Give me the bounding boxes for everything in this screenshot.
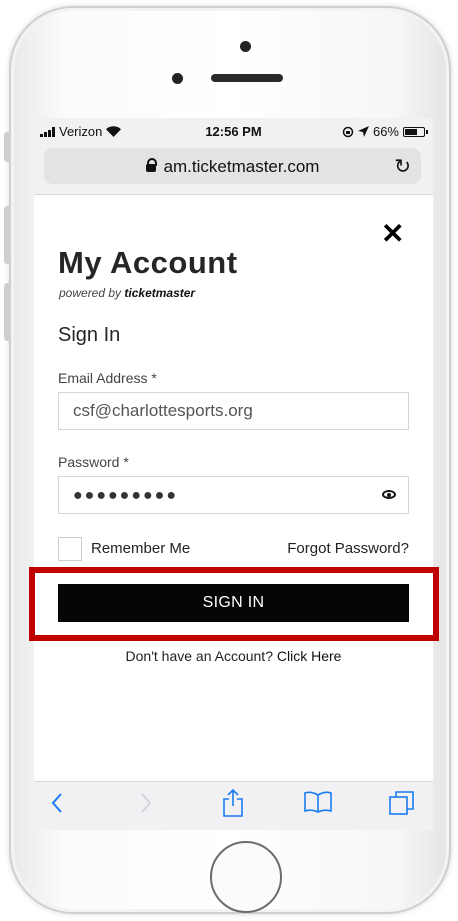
front-camera <box>240 41 251 52</box>
email-label: Email Address * <box>58 370 157 386</box>
remember-me-label[interactable]: Remember Me <box>91 540 190 557</box>
volume-up-button <box>4 206 11 264</box>
login-page: ✕ My Account powered by ticketmaster Sig… <box>34 195 433 781</box>
click-here-link[interactable]: Click Here <box>277 648 342 664</box>
forward-icon[interactable] <box>139 792 153 814</box>
battery-percent: 66% <box>372 124 399 139</box>
url-text: am.ticketmaster.com <box>163 157 320 176</box>
password-label: Password * <box>58 454 129 470</box>
sign-in-highlight-box <box>29 567 439 641</box>
ticketmaster-logo: ticketmaster <box>124 286 196 300</box>
safari-toolbar <box>34 781 433 830</box>
signup-prompt: Don't have an Account? Click Here <box>34 648 433 664</box>
lock-icon <box>145 158 157 172</box>
eye-icon[interactable] <box>382 490 396 499</box>
password-field[interactable]: ●●●●●●●●● <box>58 476 409 514</box>
battery-icon <box>403 126 428 137</box>
orientation-lock-icon <box>342 126 354 137</box>
battery-fill <box>405 128 417 135</box>
powered-by-text: powered by ticketmaster <box>59 286 195 300</box>
earpiece-speaker <box>211 74 283 82</box>
sign-in-heading: Sign In <box>58 324 121 346</box>
email-value: csf@charlottesports.org <box>73 401 253 420</box>
reload-icon[interactable]: ↻ <box>394 154 411 179</box>
page-title: My Account <box>58 245 238 280</box>
home-button[interactable] <box>210 841 282 913</box>
signup-prompt-text: Don't have an Account? <box>125 648 273 664</box>
bookmarks-icon[interactable] <box>303 790 333 814</box>
phone-screen: Verizon 12:56 PM 66% am.ticketmaster.com… <box>34 118 433 830</box>
status-bar: Verizon 12:56 PM 66% <box>34 118 433 144</box>
password-value: ●●●●●●●●● <box>73 487 178 504</box>
location-icon <box>357 126 369 137</box>
mute-switch <box>4 132 11 162</box>
safari-address-area: am.ticketmaster.com ↻ <box>34 144 433 195</box>
forgot-password-link[interactable]: Forgot Password? <box>287 540 409 557</box>
email-field[interactable]: csf@charlottesports.org <box>58 392 409 430</box>
powered-by-prefix: powered by <box>59 286 122 300</box>
address-bar[interactable]: am.ticketmaster.com ↻ <box>44 148 421 184</box>
tabs-icon[interactable] <box>388 789 416 817</box>
back-icon[interactable] <box>50 792 64 814</box>
remember-me-checkbox[interactable] <box>58 537 82 561</box>
close-icon[interactable]: ✕ <box>381 220 404 248</box>
share-icon[interactable] <box>221 788 245 818</box>
proximity-sensor <box>172 73 183 84</box>
volume-down-button <box>4 283 11 341</box>
